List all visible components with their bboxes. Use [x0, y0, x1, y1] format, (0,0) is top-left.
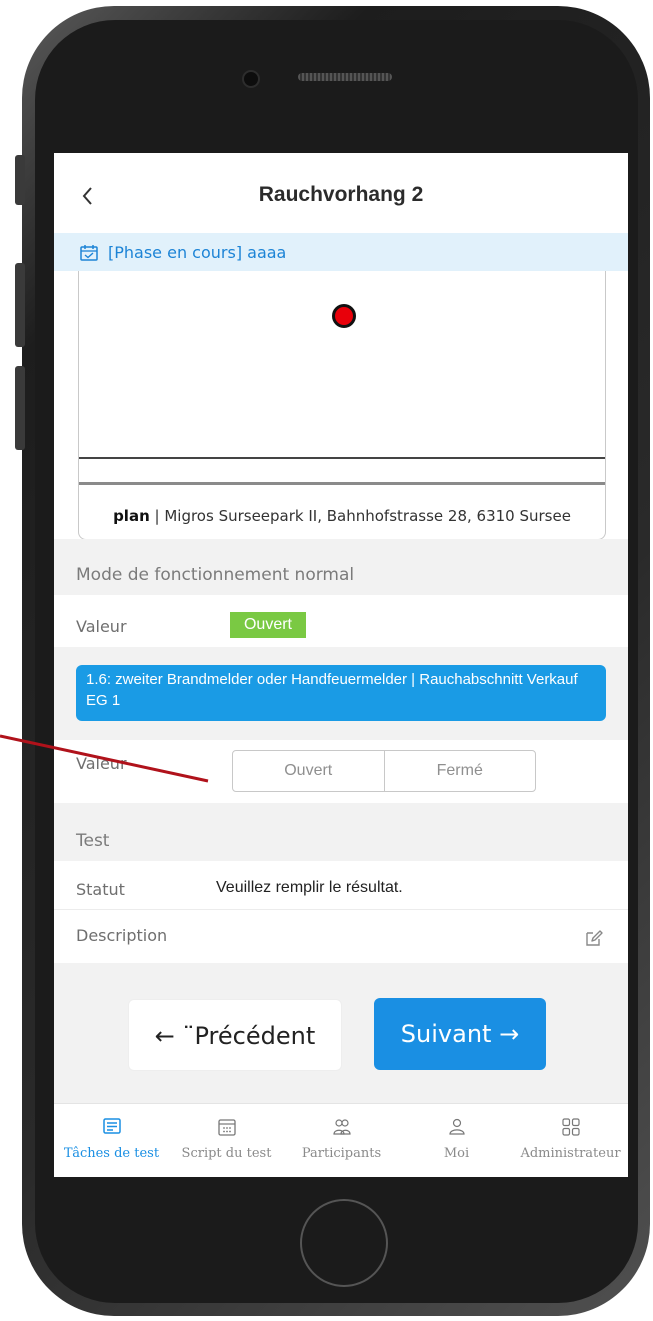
annotation-line	[0, 734, 209, 783]
